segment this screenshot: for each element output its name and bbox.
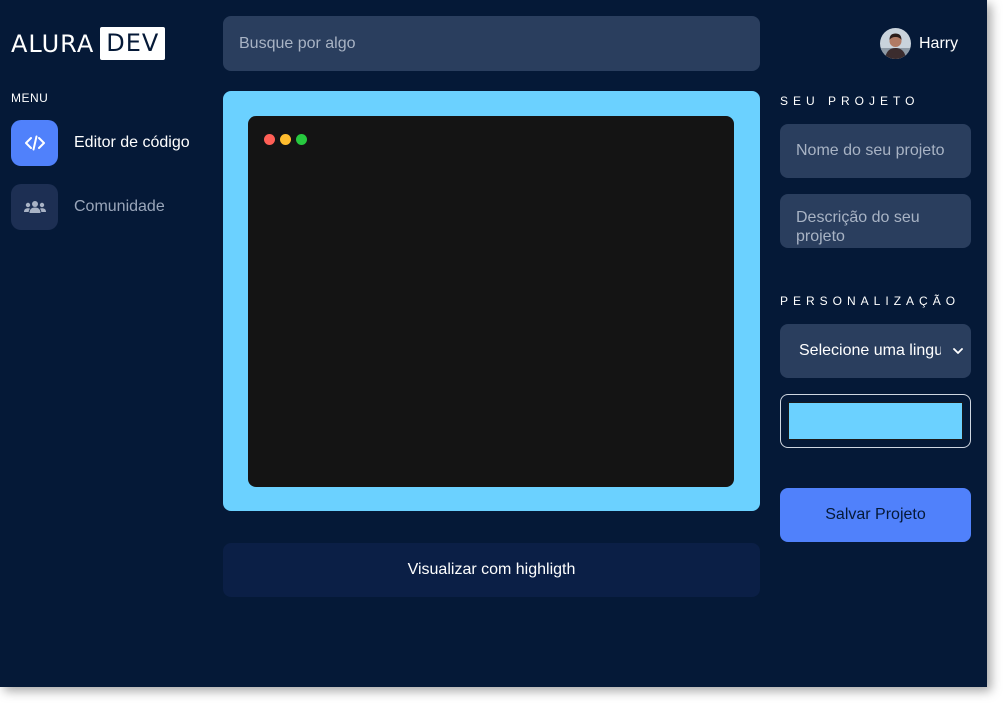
user-profile[interactable]: Harry (880, 28, 958, 59)
user-name: Harry (919, 34, 959, 52)
save-project-button[interactable]: Salvar Projeto (780, 488, 971, 542)
avatar (880, 28, 911, 59)
language-select-value: Selecione uma linguagem (799, 342, 941, 359)
project-section-title: SEU PROJETO (780, 94, 920, 108)
editor-frame (223, 91, 760, 511)
project-description-field[interactable] (780, 194, 971, 248)
sidebar-item-label: Editor de código (74, 134, 190, 151)
highlight-button[interactable]: Visualizar com highligth (223, 543, 760, 597)
sidebar-item-label: Comunidade (74, 198, 165, 215)
red-dot-icon (264, 134, 275, 145)
chevron-down-icon (953, 342, 963, 360)
logo[interactable]: ALURA DEV (11, 27, 166, 60)
code-editor[interactable] (248, 116, 734, 487)
color-picker[interactable] (780, 394, 971, 448)
users-icon (11, 184, 58, 230)
logo-text-alura: ALURA (11, 29, 95, 58)
color-swatch (788, 402, 963, 440)
green-dot-icon (296, 134, 307, 145)
project-name-field[interactable] (780, 124, 971, 178)
code-icon (11, 120, 58, 166)
customization-section-title: PERSONALIZAÇÃO (780, 294, 961, 308)
language-select[interactable]: Selecione uma linguagem (780, 324, 971, 378)
app-window: ALURA DEV MENU Editor de código Comunida… (0, 0, 987, 687)
search-input[interactable] (223, 16, 760, 71)
menu-title: MENU (11, 91, 49, 105)
window-controls (264, 134, 307, 145)
sidebar-item-community[interactable]: Comunidade (11, 184, 165, 230)
yellow-dot-icon (280, 134, 291, 145)
logo-text-dev: DEV (100, 27, 166, 60)
sidebar-item-code-editor[interactable]: Editor de código (11, 120, 190, 166)
